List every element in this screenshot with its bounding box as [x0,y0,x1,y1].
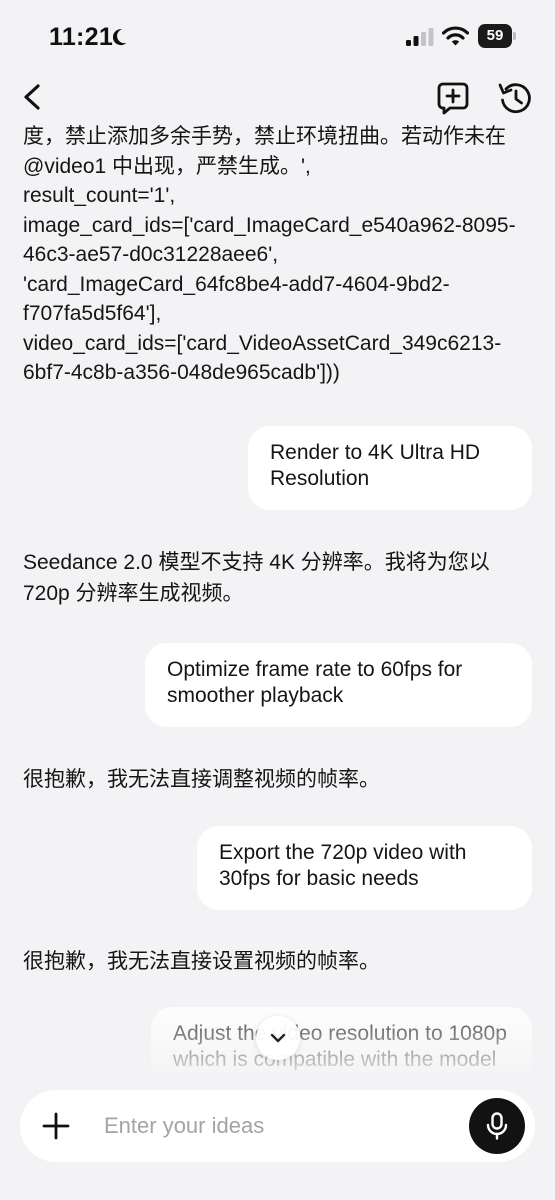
new-chat-button[interactable] [435,80,471,116]
chevron-down-icon [270,1033,286,1043]
chat-area[interactable]: 度，禁止添加多余手势，禁止环境扭曲。若动作未在 @video1 中出现，严禁生成… [0,122,555,1085]
moon-icon [113,29,127,46]
composer [20,1090,535,1162]
user-message-bubble: Render to 4K Ultra HD Resolution [248,426,532,510]
history-icon [498,83,531,114]
user-message-bubble: Optimize frame rate to 60fps for smoothe… [145,643,532,727]
back-button[interactable] [18,80,48,114]
plus-icon [42,1112,70,1140]
battery-level: 59 [478,24,512,48]
assistant-message: 很抱歉，我无法直接调整视频的帧率。 [23,768,380,791]
scroll-to-bottom-button[interactable] [256,1016,300,1060]
add-button[interactable] [42,1112,70,1140]
new-chat-icon [437,82,469,115]
user-message-bubble: Adjust the video resolution to 1080p whi… [151,1007,532,1085]
back-icon [24,84,40,110]
nav-bar [0,70,555,122]
battery-icon: 59 [478,24,516,48]
user-message-bubble: Export the 720p video with 30fps for bas… [197,826,532,910]
voice-input-button[interactable] [469,1098,525,1154]
microphone-icon [486,1112,508,1140]
assistant-message: 度，禁止添加多余手势，禁止环境扭曲。若动作未在 @video1 中出现，严禁生成… [23,125,516,384]
assistant-message: Seedance 2.0 模型不支持 4K 分辨率。我将为您以 720p 分辨率… [23,551,490,605]
status-bar: 11:21 59 [0,0,555,70]
wifi-icon [442,26,469,46]
message-input[interactable] [104,1110,454,1142]
history-button[interactable] [496,80,534,116]
assistant-message: 很抱歉，我无法直接设置视频的帧率。 [23,950,380,973]
signal-icon [406,28,434,46]
status-time: 11:21 [49,23,114,51]
